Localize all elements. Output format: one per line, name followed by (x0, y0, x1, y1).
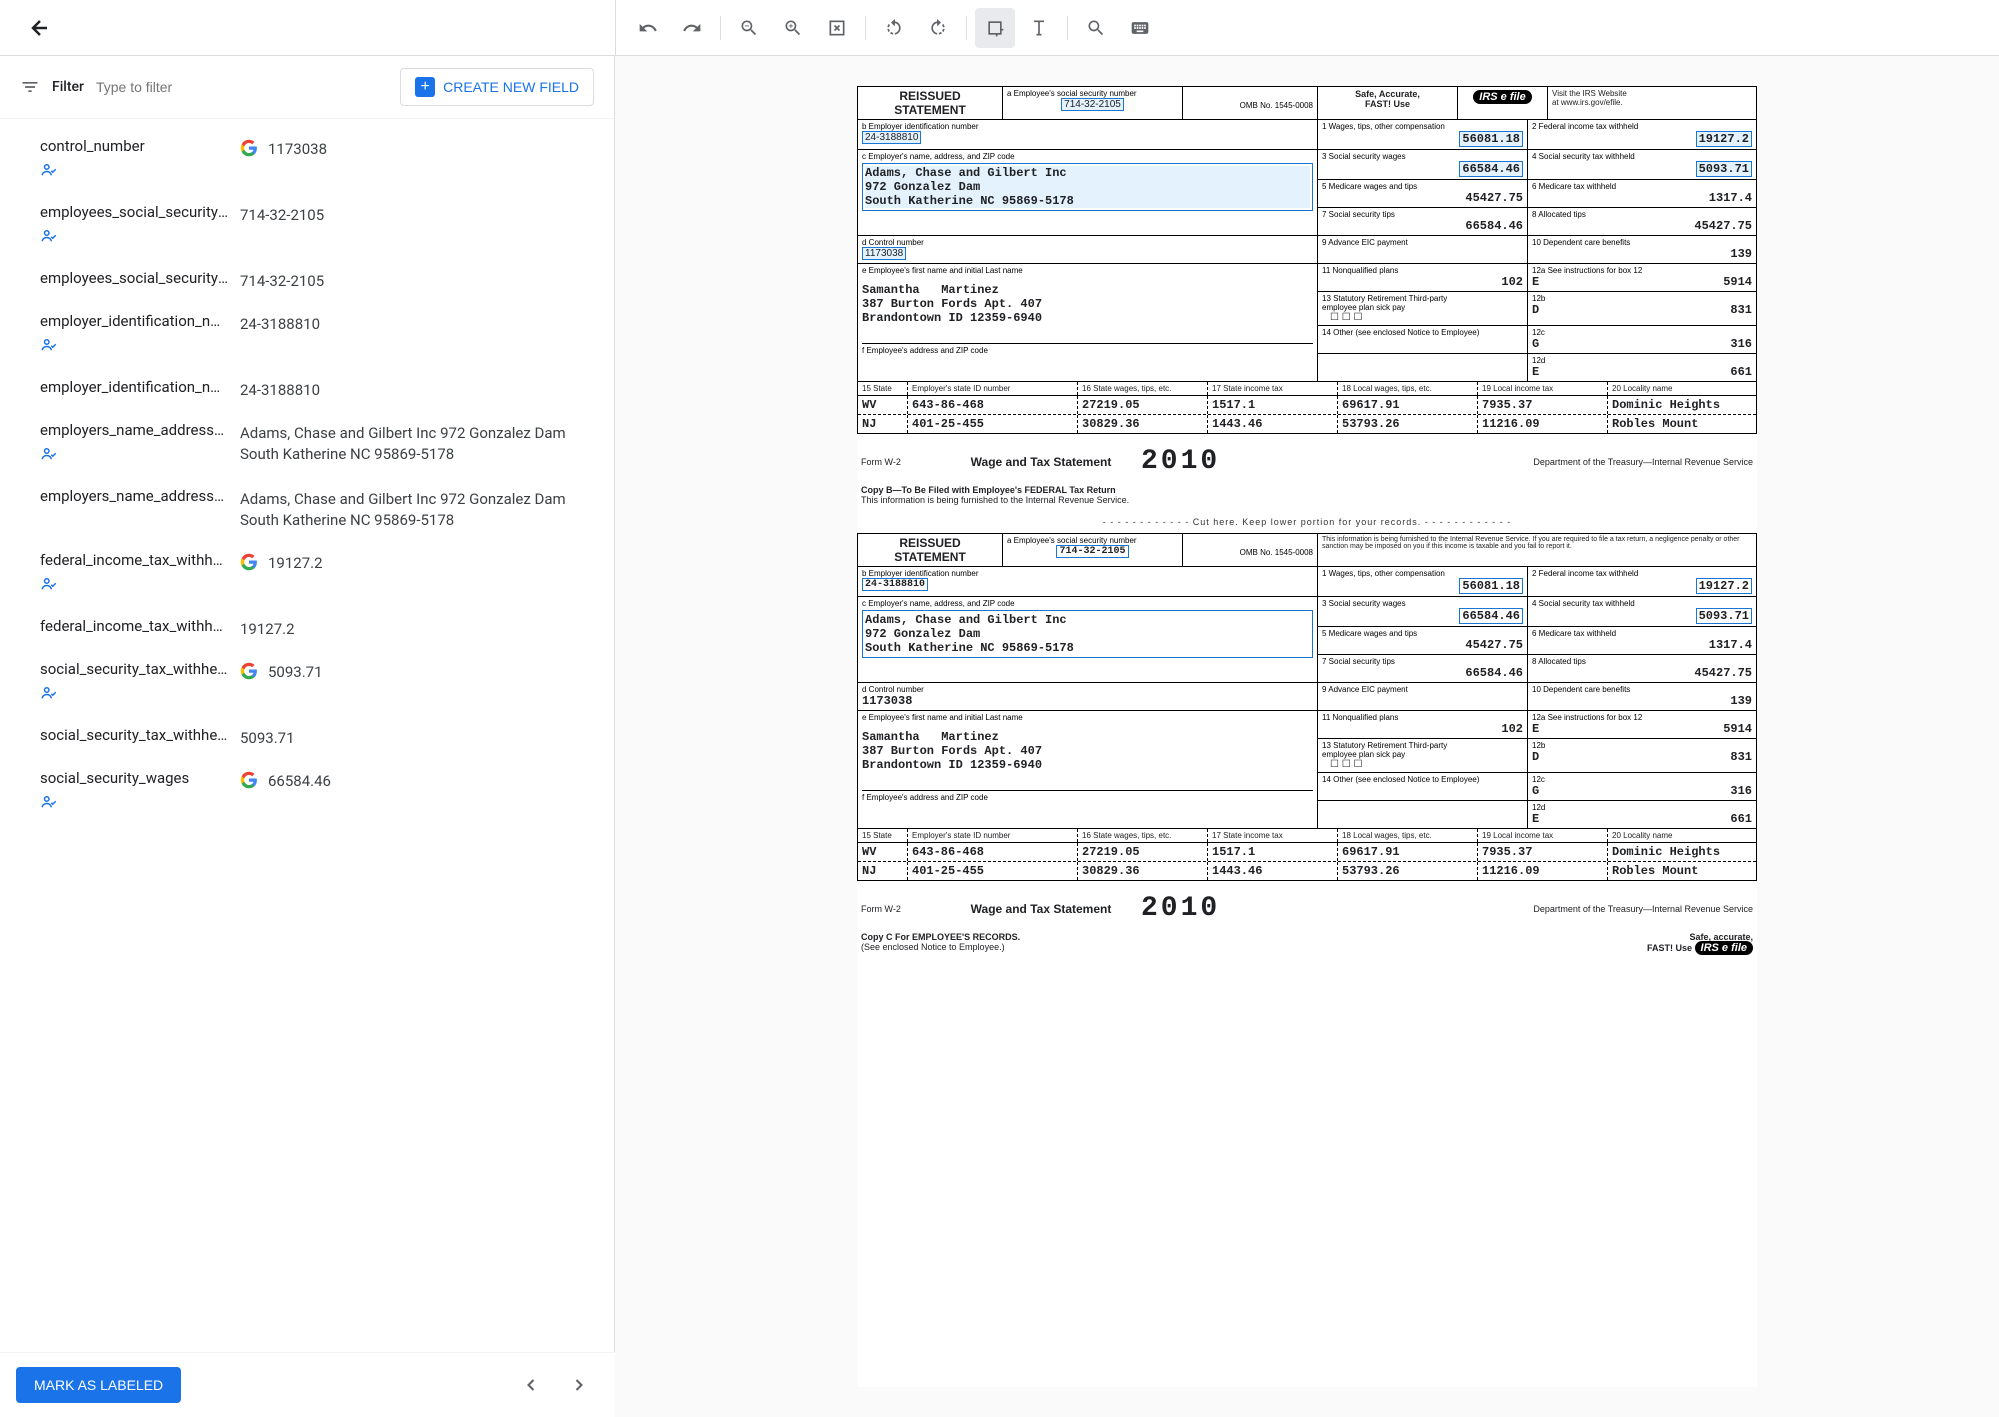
google-icon (240, 771, 258, 793)
search-button[interactable] (1076, 8, 1116, 48)
field-value: 19127.2 (268, 553, 323, 574)
prev-button[interactable] (511, 1365, 551, 1405)
field-value: 5093.71 (268, 662, 323, 683)
plus-icon: + (415, 77, 435, 97)
create-field-button[interactable]: + CREATE NEW FIELD (400, 68, 594, 106)
field-name: social_security_wages (40, 769, 230, 787)
filter-icon (20, 77, 40, 97)
redo-button[interactable] (672, 8, 712, 48)
google-icon (240, 553, 258, 575)
field-name: employer_identification_n… (40, 312, 230, 330)
text-tool-button[interactable] (1019, 8, 1059, 48)
field-row[interactable]: federal_income_tax_withh… 19127.2 (0, 541, 614, 607)
field-row[interactable]: federal_income_tax_withh… 19127.2 (0, 607, 614, 650)
filter-input[interactable] (96, 79, 388, 95)
field-value: 714-32-2105 (240, 271, 324, 292)
person-check-icon (40, 227, 58, 249)
field-row[interactable]: employers_name_address_and_zi… Adams, Ch… (0, 477, 614, 541)
field-name: federal_income_tax_withh… (40, 551, 230, 569)
zoom-in-button[interactable] (773, 8, 813, 48)
field-value: 19127.2 (240, 619, 295, 640)
undo-button[interactable] (628, 8, 668, 48)
field-value: Adams, Chase and Gilbert Inc 972 Gonzale… (240, 423, 594, 465)
field-name: employees_social_security_n… (40, 269, 230, 287)
field-row[interactable]: employees_social_security_n… 714-32-2105 (0, 193, 614, 259)
field-name: social_security_tax_withhe… (40, 660, 230, 678)
fields-panel: Filter + CREATE NEW FIELD control_number… (0, 56, 615, 1417)
person-check-icon (40, 793, 58, 815)
person-check-icon (40, 336, 58, 358)
person-check-icon (40, 575, 58, 597)
field-name: employers_name_address_and_zi… (40, 487, 230, 505)
field-name: employers_name_address_and_zi… (40, 421, 230, 439)
field-value: 24-3188810 (240, 380, 320, 401)
back-button[interactable] (20, 8, 60, 48)
person-check-icon (40, 161, 58, 183)
select-tool-button[interactable] (975, 8, 1015, 48)
field-name: social_security_tax_withhe… (40, 726, 230, 744)
filter-label: Filter (52, 79, 84, 95)
field-row[interactable]: employers_name_address_and_zi… Adams, Ch… (0, 411, 614, 477)
field-name: control_number (40, 137, 230, 155)
next-button[interactable] (559, 1365, 599, 1405)
field-name: employer_identification_n… (40, 378, 230, 396)
w2-document: REISSUED STATEMENT a Employee's social s… (857, 86, 1757, 1387)
topbar (0, 0, 1999, 56)
field-value: Adams, Chase and Gilbert Inc 972 Gonzale… (240, 489, 594, 531)
field-value: 1173038 (268, 139, 327, 160)
person-check-icon (40, 445, 58, 467)
field-value: 5093.71 (240, 728, 295, 749)
zoom-out-button[interactable] (729, 8, 769, 48)
mark-as-labeled-button[interactable]: MARK AS LABELED (16, 1367, 181, 1403)
google-icon (240, 662, 258, 684)
field-value: 66584.46 (268, 771, 331, 792)
field-row[interactable]: control_number 1173038 (0, 127, 614, 193)
field-value: 714-32-2105 (240, 205, 324, 226)
rotate-right-button[interactable] (918, 8, 958, 48)
keyboard-button[interactable] (1120, 8, 1160, 48)
field-row[interactable]: employer_identification_n… 24-3188810 (0, 368, 614, 411)
field-name: employees_social_security_n… (40, 203, 230, 221)
field-row[interactable]: social_security_wages 66584.46 (0, 759, 614, 825)
field-row[interactable]: social_security_tax_withhe… 5093.71 (0, 650, 614, 716)
field-value: 24-3188810 (240, 314, 320, 335)
google-icon (240, 139, 258, 161)
field-row[interactable]: social_security_tax_withhe… 5093.71 (0, 716, 614, 759)
fields-list: control_number 1173038 employees_social_… (0, 119, 614, 1417)
person-check-icon (40, 684, 58, 706)
field-row[interactable]: employer_identification_n… 24-3188810 (0, 302, 614, 368)
field-name: federal_income_tax_withh… (40, 617, 230, 635)
field-row[interactable]: employees_social_security_n… 714-32-2105 (0, 259, 614, 302)
fit-button[interactable] (817, 8, 857, 48)
rotate-left-button[interactable] (874, 8, 914, 48)
document-viewer[interactable]: REISSUED STATEMENT a Employee's social s… (615, 56, 1999, 1417)
